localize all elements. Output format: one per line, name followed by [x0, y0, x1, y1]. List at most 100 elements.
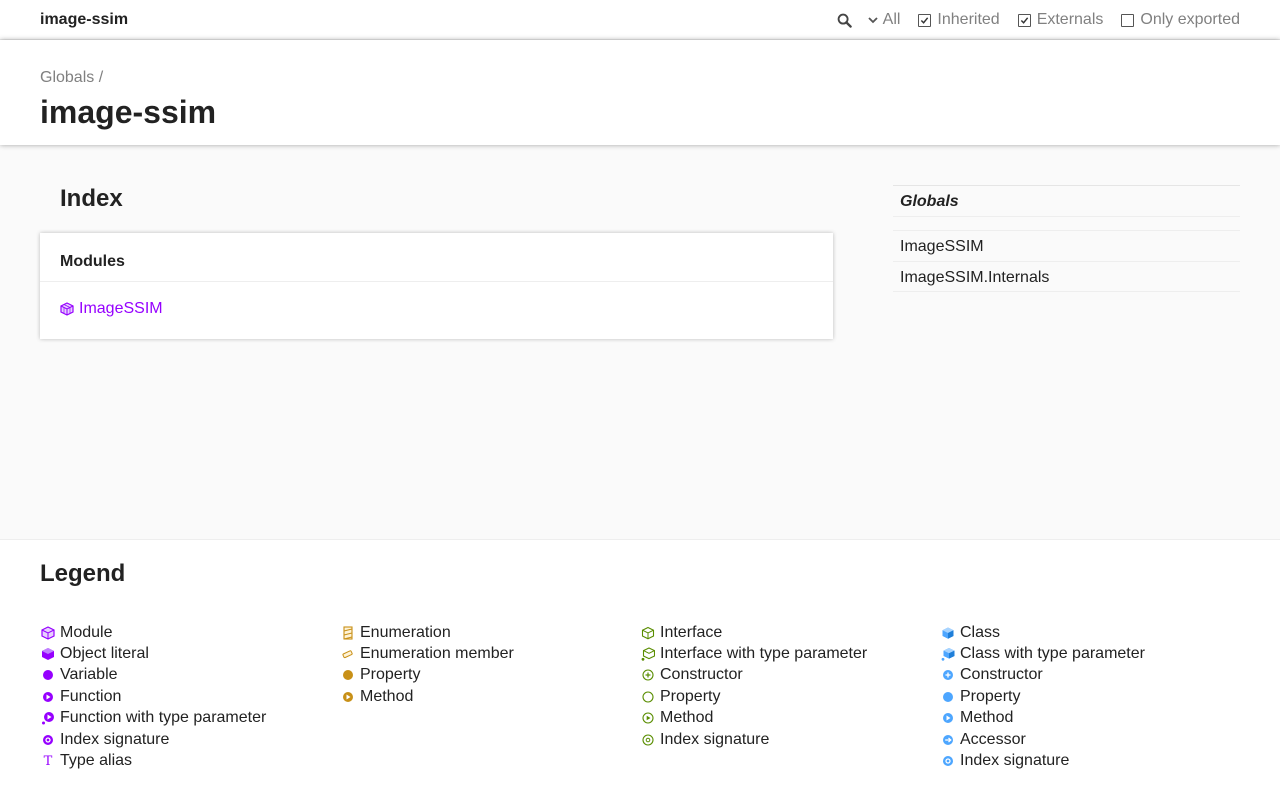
legend-item: Accessor: [940, 729, 1240, 750]
legend-label: Method: [660, 709, 714, 727]
module-icon: [60, 302, 74, 316]
legend-item: Variable: [40, 665, 340, 686]
checkbox-checked-icon: [1017, 13, 1031, 27]
legend-item: Property: [940, 686, 1240, 707]
legend-label: Variable: [60, 666, 118, 684]
only-exported-checkbox[interactable]: Only exported: [1121, 11, 1240, 29]
legend-label: Type alias: [60, 752, 133, 770]
enum-property-icon: [340, 667, 356, 683]
legend-item: Method: [940, 708, 1240, 729]
interface-type-param-icon: [640, 646, 656, 662]
object-literal-icon: [40, 646, 56, 662]
checkbox-unchecked-icon: [1121, 13, 1135, 27]
legend-label: Module: [60, 623, 113, 641]
legend-item: Enumeration: [340, 622, 640, 643]
page-header: Globals / image-ssim: [0, 40, 1280, 145]
legend-item: Method: [640, 708, 940, 729]
page-title: image-ssim: [40, 94, 217, 130]
modules-section-title: Modules: [40, 233, 833, 282]
class-index-signature-icon: [940, 753, 956, 769]
visibility-filter-label: All: [882, 11, 901, 28]
variable-icon: [40, 667, 56, 683]
legend-item: Class: [940, 622, 1240, 643]
only-exported-label: Only exported: [1140, 11, 1240, 28]
legend-item: Module: [40, 622, 340, 643]
inherited-checkbox[interactable]: Inherited: [918, 11, 1000, 29]
breadcrumb[interactable]: Globals /: [40, 68, 1240, 88]
legend-label: Interface: [660, 623, 723, 641]
legend-item: T Type alias: [40, 750, 340, 771]
sidebar: Globals ImageSSIM ImageSSIM.Internals: [893, 185, 1240, 292]
legend-label: Property: [660, 687, 721, 705]
module-link-imagessim[interactable]: ImageSSIM: [60, 300, 813, 318]
class-accessor-icon: [940, 732, 956, 748]
toolbar-controls: All Inherited Externals Only exported: [833, 0, 1240, 40]
legend-item: Constructor: [640, 665, 940, 686]
legend-label: Index signature: [60, 730, 170, 748]
legend-item: Property: [340, 665, 640, 686]
legend-item: Constructor: [940, 665, 1240, 686]
legend-label: Enumeration: [360, 623, 451, 641]
legend-item: Index signature: [640, 729, 940, 750]
interface-index-signature-icon: [640, 732, 656, 748]
toolbar: image-ssim All Inherited Externals Only …: [0, 0, 1280, 40]
sidebar-divider: [893, 216, 1240, 230]
type-alias-icon: T: [43, 753, 53, 769]
class-type-param-icon: [940, 646, 956, 662]
externals-label: Externals: [1036, 11, 1104, 28]
legend-label: Function with type parameter: [60, 709, 267, 727]
checkbox-checked-icon: [918, 13, 932, 27]
legend-label: Function: [60, 687, 122, 705]
legend-item: Index signature: [940, 750, 1240, 771]
legend-label: Object literal: [60, 645, 149, 663]
index-signature-icon: [40, 732, 56, 748]
legend-column-enums: Enumeration Enumeration member Property …: [340, 622, 640, 772]
class-icon: [940, 625, 956, 641]
visibility-filter-select[interactable]: All: [867, 11, 901, 29]
interface-property-icon: [640, 689, 656, 705]
interface-constructor-icon: [640, 667, 656, 683]
legend-label: Method: [360, 687, 414, 705]
chevron-down-icon: [867, 14, 879, 26]
breadcrumb-globals[interactable]: Globals /: [40, 69, 103, 86]
legend-label: Class with type parameter: [960, 645, 1145, 663]
index-panel: Modules ImageSSIM: [40, 233, 833, 339]
interface-method-icon: [640, 710, 656, 726]
main-content: Index Modules ImageSSIM Globals ImageSSI…: [0, 145, 1280, 539]
legend-label: Class: [960, 623, 1001, 641]
legend-label: Accessor: [960, 730, 1026, 748]
legend-label: Interface with type parameter: [660, 645, 868, 663]
legend-item: Interface with type parameter: [640, 643, 940, 664]
module-link-label: ImageSSIM: [79, 300, 163, 317]
class-constructor-icon: [940, 667, 956, 683]
sidebar-item-imagessim-internals[interactable]: ImageSSIM.Internals: [893, 261, 1240, 292]
legend-item: Method: [340, 686, 640, 707]
legend-label: Property: [360, 666, 421, 684]
interface-icon: [640, 625, 656, 641]
legend-label: Index signature: [960, 752, 1070, 770]
externals-checkbox[interactable]: Externals: [1017, 11, 1104, 29]
function-type-param-icon: [40, 710, 56, 726]
index-heading: Index: [60, 185, 123, 212]
legend-label: Constructor: [960, 666, 1043, 684]
enumeration-member-icon: [340, 646, 356, 662]
legend-label: Method: [960, 709, 1014, 727]
legend-label: Property: [960, 687, 1021, 705]
search-icon[interactable]: [833, 8, 857, 32]
legend-item: Enumeration member: [340, 643, 640, 664]
sidebar-item-imagessim[interactable]: ImageSSIM: [893, 230, 1240, 261]
legend-column-classes: Class Class with type parameter Construc…: [940, 622, 1240, 772]
inherited-label: Inherited: [937, 11, 1000, 28]
function-icon: [40, 689, 56, 705]
enum-method-icon: [340, 689, 356, 705]
class-method-icon: [940, 710, 956, 726]
legend-item: Object literal: [40, 643, 340, 664]
legend-title: Legend: [40, 560, 126, 587]
enumeration-icon: [340, 625, 356, 641]
legend-item: Property: [640, 686, 940, 707]
project-title[interactable]: image-ssim: [40, 11, 128, 29]
legend-column-interfaces: Interface Interface with type parameter …: [640, 622, 940, 772]
sidebar-item-globals[interactable]: Globals: [893, 185, 1240, 216]
legend-column-modules: Module Object literal Variable Function …: [40, 622, 340, 772]
legend-label: Index signature: [660, 730, 770, 748]
